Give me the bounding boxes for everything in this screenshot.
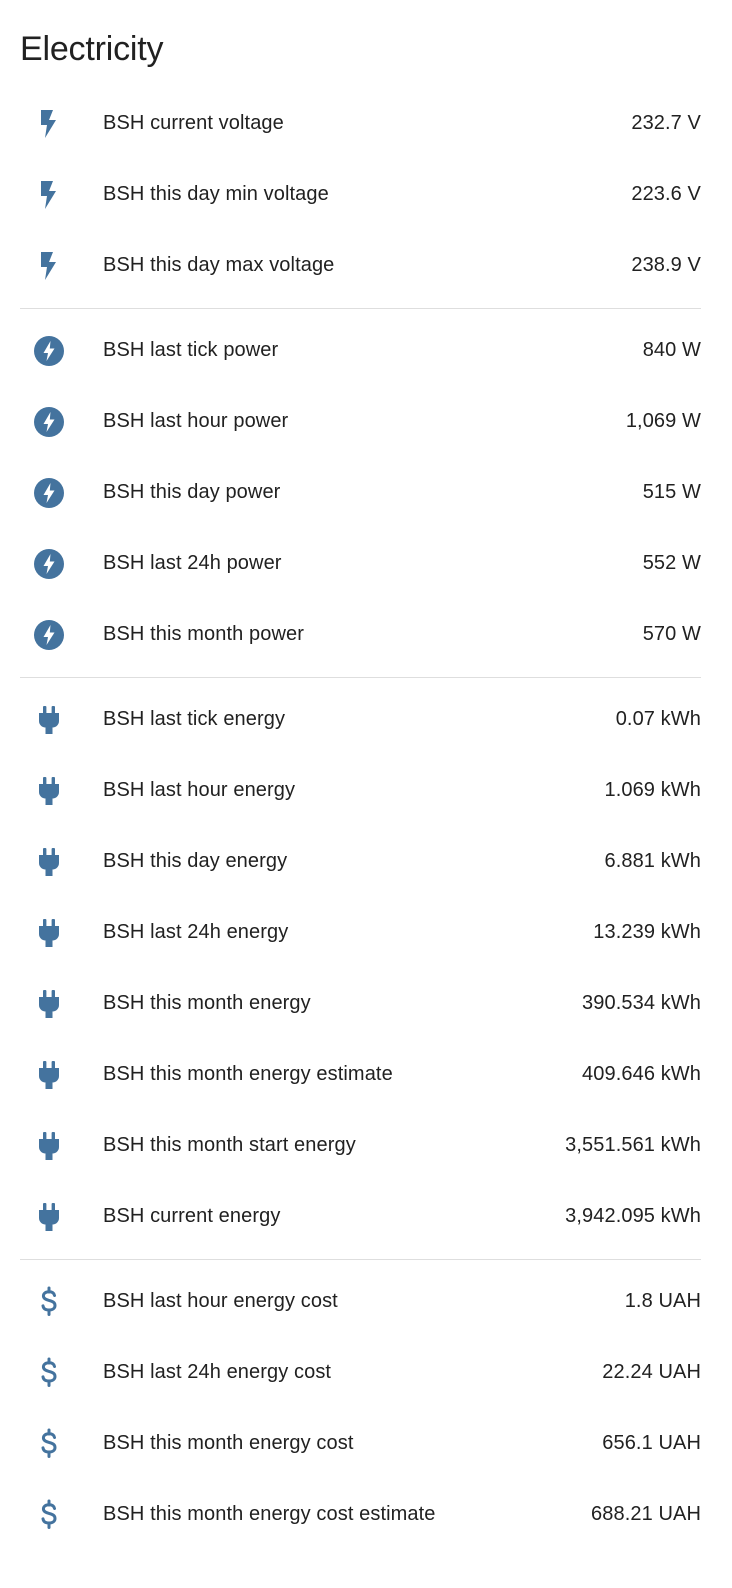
power-plug-icon: [34, 1202, 64, 1232]
currency-usd-icon: [34, 1357, 64, 1388]
entity-row[interactable]: BSH last hour energy 1.069 kWh: [20, 755, 701, 826]
entity-name: BSH this month start energy: [103, 1134, 356, 1156]
entity-state: 1,069 W: [625, 410, 701, 432]
entity-state: 1.069 kWh: [604, 779, 701, 801]
lightning-circle-icon: [34, 406, 64, 437]
entity-name: BSH this month energy: [103, 992, 311, 1014]
flash-icon: [34, 180, 64, 210]
entity-state: 1.8 UAH: [624, 1290, 701, 1312]
entity-state: 3,942.095 kWh: [565, 1205, 701, 1227]
entity-name: BSH last hour energy: [103, 779, 296, 801]
entity-row[interactable]: BSH last 24h energy cost 22.24 UAH: [20, 1337, 701, 1408]
entity-row[interactable]: BSH this day min voltage 223.6 V: [20, 159, 701, 230]
entity-name: BSH this month energy cost: [103, 1432, 354, 1454]
entity-name: BSH current energy: [103, 1205, 281, 1227]
entity-state: 13.239 kWh: [593, 921, 701, 943]
entity-row[interactable]: BSH current voltage 232.7 V: [20, 88, 701, 159]
flash-icon: [34, 109, 64, 139]
entity-name: BSH last 24h power: [103, 552, 282, 574]
power-plug-icon: [34, 705, 64, 735]
entity-name: BSH last tick energy: [103, 708, 286, 730]
entity-name: BSH last tick power: [103, 339, 279, 361]
entity-state: 390.534 kWh: [582, 992, 701, 1014]
entity-row[interactable]: BSH last tick energy 0.07 kWh: [20, 684, 701, 755]
power-plug-icon: [34, 1131, 64, 1161]
entity-list: BSH current voltage 232.7 V BSH this day m…: [20, 88, 701, 1550]
entity-name: BSH this day min voltage: [103, 183, 329, 205]
entity-name: BSH this month energy cost estimate: [103, 1503, 436, 1525]
entity-state: 552 W: [642, 552, 701, 574]
entity-row[interactable]: BSH this day max voltage 238.9 V: [20, 230, 701, 301]
entity-row[interactable]: BSH last 24h power 552 W: [20, 528, 701, 599]
section-divider: [20, 677, 701, 678]
entity-row[interactable]: BSH this day energy 6.881 kWh: [20, 826, 701, 897]
entity-group: BSH last hour energy cost 1.8 UAH BSH last…: [20, 1266, 701, 1550]
entity-row[interactable]: BSH this month energy estimate 409.646 kW…: [20, 1039, 701, 1110]
entity-row[interactable]: BSH this month energy 390.534 kWh: [20, 968, 701, 1039]
entity-state: 223.6 V: [631, 183, 701, 205]
entity-state: 656.1 UAH: [602, 1432, 701, 1454]
entity-name: BSH this month power: [103, 623, 304, 645]
lightning-circle-icon: [34, 619, 64, 650]
lightning-circle-icon: [34, 548, 64, 579]
section-divider: [20, 308, 701, 309]
currency-usd-icon: [34, 1428, 64, 1459]
entity-state: 515 W: [642, 481, 701, 503]
entity-row[interactable]: BSH current energy 3,942.095 kWh: [20, 1181, 701, 1252]
entity-row[interactable]: BSH last tick power 840 W: [20, 315, 701, 386]
entity-row[interactable]: BSH this day power 515 W: [20, 457, 701, 528]
entity-name: BSH last 24h energy: [103, 921, 289, 943]
entity-state: 238.9 V: [631, 254, 701, 276]
entity-state: 570 W: [642, 623, 701, 645]
electricity-card: Electricity BSH current voltage 232.7 V BS…: [0, 0, 732, 1588]
entity-row[interactable]: BSH this month start energy 3,551.561 kWh: [20, 1110, 701, 1181]
entity-group: BSH last tick energy 0.07 kWh BSH last hou…: [20, 684, 701, 1252]
entity-state: 232.7 V: [631, 112, 701, 134]
entity-state: 0.07 kWh: [615, 708, 701, 730]
card-title: Electricity: [20, 30, 164, 68]
power-plug-icon: [34, 1060, 64, 1090]
power-plug-icon: [34, 776, 64, 806]
entity-state: 840 W: [642, 339, 701, 361]
entity-group: BSH last tick power 840 W BSH last hour po…: [20, 315, 701, 670]
entity-group: BSH current voltage 232.7 V BSH this day m…: [20, 88, 701, 301]
section-divider: [20, 1259, 701, 1260]
entity-row[interactable]: BSH this month power 570 W: [20, 599, 701, 670]
lightning-circle-icon: [34, 477, 64, 508]
power-plug-icon: [34, 847, 64, 877]
entity-row[interactable]: BSH last 24h energy 13.239 kWh: [20, 897, 701, 968]
flash-icon: [34, 251, 64, 281]
currency-usd-icon: [34, 1286, 64, 1317]
power-plug-icon: [34, 918, 64, 948]
power-plug-icon: [34, 989, 64, 1019]
entity-name: BSH last hour energy cost: [103, 1290, 338, 1312]
entity-state: 6.881 kWh: [604, 850, 701, 872]
entity-row[interactable]: BSH last hour power 1,069 W: [20, 386, 701, 457]
entity-row[interactable]: BSH this month energy cost 656.1 UAH: [20, 1408, 701, 1479]
entity-row[interactable]: BSH this month energy cost estimate 688.2…: [20, 1479, 701, 1550]
entity-row[interactable]: BSH last hour energy cost 1.8 UAH: [20, 1266, 701, 1337]
entity-state: 409.646 kWh: [582, 1063, 701, 1085]
entity-name: BSH last 24h energy cost: [103, 1361, 332, 1383]
entity-state: 688.21 UAH: [591, 1503, 701, 1525]
entity-name: BSH this day energy: [103, 850, 288, 872]
entity-state: 3,551.561 kWh: [565, 1134, 701, 1156]
currency-usd-icon: [34, 1499, 64, 1530]
entity-name: BSH this month energy estimate: [103, 1063, 393, 1085]
entity-name: BSH this day max voltage: [103, 254, 335, 276]
entity-name: BSH current voltage: [103, 112, 284, 134]
lightning-circle-icon: [34, 335, 64, 366]
entity-name: BSH this day power: [103, 481, 281, 503]
entity-name: BSH last hour power: [103, 410, 289, 432]
entity-state: 22.24 UAH: [602, 1361, 701, 1383]
